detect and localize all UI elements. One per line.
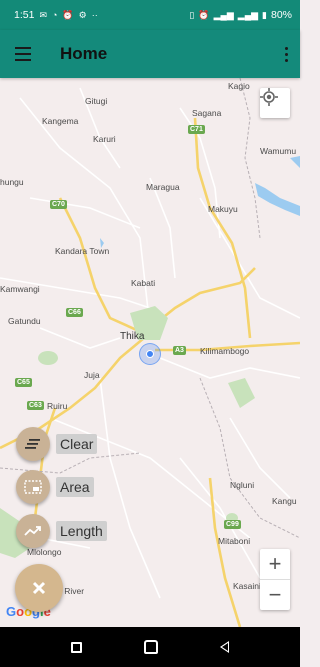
place-label: Kabati: [131, 278, 156, 288]
alarm-status-icon: ⏰: [198, 9, 210, 20]
zoom-in-button[interactable]: +: [260, 549, 290, 579]
clear-all-icon: [25, 439, 40, 449]
road-shield: C70: [50, 200, 67, 209]
data-saver-icon: ◔: [51, 9, 58, 20]
area-label[interactable]: Area: [56, 477, 94, 497]
page-title: Home: [60, 44, 108, 63]
status-time: 1:51: [14, 9, 35, 21]
place-label: Kamwangi: [0, 284, 40, 294]
place-label: Karuri: [93, 134, 116, 144]
alarm-icon: ⏰: [62, 9, 74, 20]
place-label: Kangu: [272, 496, 297, 506]
area-tool[interactable]: Area: [16, 470, 94, 504]
notification-icon: ✉: [39, 9, 47, 20]
place-label: Maragua: [146, 182, 180, 192]
place-label: Ruiru: [47, 401, 68, 411]
place-label: Kandara Town: [55, 246, 110, 256]
place-label: Kilimambogo: [200, 346, 250, 356]
road-shield: C66: [66, 308, 83, 317]
clear-button[interactable]: [16, 427, 50, 461]
place-label: hungu: [0, 177, 24, 187]
place-label: Sagana: [192, 108, 222, 118]
my-location-button[interactable]: [260, 88, 290, 118]
place-label: Thika: [120, 331, 145, 342]
place-label: Mlolongo: [27, 547, 62, 557]
close-icon: [32, 581, 46, 595]
clear-tool[interactable]: Clear: [16, 427, 98, 461]
battery-level: 80%: [270, 9, 292, 21]
clear-label[interactable]: Clear: [56, 434, 98, 454]
settings-icon: ⚙: [78, 9, 87, 20]
more-notifications-icon: ··: [91, 9, 98, 20]
signal-icon: ▂▄▆: [213, 9, 234, 20]
place-label: Wamumu: [260, 146, 297, 156]
battery-icon: ▮: [262, 9, 267, 20]
place-label: Makuyu: [208, 204, 238, 214]
road-shield: C71: [188, 125, 205, 134]
length-button[interactable]: [16, 514, 50, 548]
menu-icon[interactable]: [0, 30, 46, 78]
status-bar: 1:51 ✉ ◔ ⏰ ⚙ ·· ▯ ⏰ ▂▄▆ ▂▄▆ ▮ 80%: [0, 0, 300, 30]
place-label: Ngluni: [230, 480, 255, 490]
overflow-menu-icon[interactable]: [272, 30, 300, 78]
back-button[interactable]: [220, 641, 229, 653]
signal-2-icon: ▂▄▆: [237, 9, 259, 20]
length-label[interactable]: Length: [56, 521, 107, 541]
app-bar: Home: [0, 30, 300, 78]
trending-line-icon: [24, 526, 41, 536]
system-nav-bar: [0, 627, 300, 667]
road-shield: A3: [173, 346, 186, 355]
length-tool[interactable]: Length: [16, 514, 107, 548]
place-label: i River: [60, 586, 85, 596]
place-label: Kagio: [228, 81, 250, 91]
place-label: Mitaboni: [218, 536, 251, 546]
road-shield: C99: [224, 520, 241, 529]
place-label: Gatundu: [8, 316, 41, 326]
place-label: Juja: [84, 370, 100, 380]
place-label: Kangema: [42, 116, 79, 126]
area-select-icon: [24, 480, 42, 494]
area-button[interactable]: [16, 470, 50, 504]
zoom-controls: + −: [260, 549, 290, 610]
place-label: Gitugi: [85, 96, 108, 106]
my-location-marker: [146, 350, 154, 358]
crosshair-icon: [260, 88, 278, 106]
road-shield: C65: [15, 378, 32, 387]
zoom-out-button[interactable]: −: [260, 580, 290, 610]
road-shield: C63: [27, 401, 44, 410]
home-button[interactable]: [144, 640, 158, 654]
recent-apps-button[interactable]: [71, 641, 82, 653]
vibrate-icon: ▯: [189, 9, 195, 20]
place-label: Kasaini: [233, 581, 261, 591]
measure-menu-button[interactable]: [15, 564, 63, 612]
